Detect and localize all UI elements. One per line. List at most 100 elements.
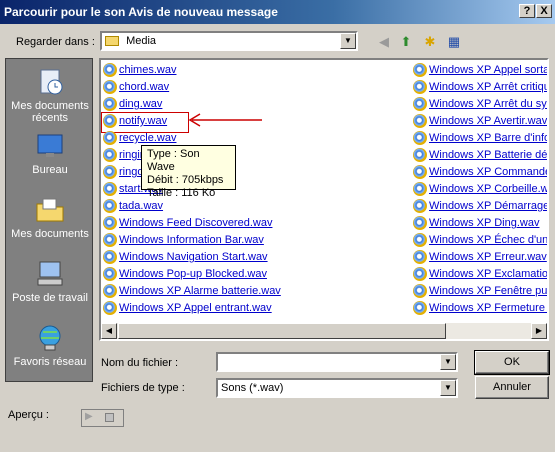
file-item[interactable]: Windows XP Fermeture de session.wav — [413, 301, 547, 318]
tooltip-rate: Débit : 705kbps — [147, 174, 224, 186]
tooltip-size: Taille : 116 Ko — [147, 187, 216, 199]
wave-file-icon — [103, 148, 117, 162]
wave-file-icon — [103, 199, 117, 213]
wave-file-icon — [103, 63, 117, 77]
scroll-right-icon[interactable]: ▶ — [531, 323, 547, 339]
file-item[interactable]: chord.wav — [103, 80, 169, 97]
wave-file-icon — [413, 80, 427, 94]
wave-file-icon — [103, 182, 117, 196]
file-item[interactable]: Windows Navigation Start.wav — [103, 250, 268, 267]
wave-file-icon — [413, 267, 427, 281]
file-item[interactable]: Windows XP Fenêtre publicitaire.wav — [413, 284, 547, 301]
file-item-notify[interactable]: notify.wav — [101, 112, 189, 133]
lookin-value: Media — [126, 35, 157, 47]
horizontal-scrollbar[interactable]: ◀ ▶ — [101, 323, 547, 339]
file-item[interactable]: Windows XP Arrêt du système.wav — [413, 97, 547, 114]
wave-file-icon — [103, 267, 117, 281]
preview-label: Aperçu : — [8, 409, 49, 421]
filetype-select[interactable]: Sons (*.wav) ▼ — [216, 378, 458, 398]
wave-file-icon — [413, 114, 427, 128]
annotation-arrow-icon — [188, 113, 262, 127]
up-folder-icon[interactable]: ⬆ — [396, 33, 416, 51]
place-my-computer[interactable]: Poste de travail — [6, 259, 94, 304]
my-computer-icon — [37, 261, 63, 286]
view-menu-icon[interactable]: ▦ — [444, 33, 464, 51]
wave-file-icon — [103, 97, 117, 111]
file-item[interactable]: Windows XP Commande de menu.wav — [413, 165, 547, 182]
wave-file-icon — [103, 80, 117, 94]
filename-input[interactable]: ▼ — [216, 352, 458, 372]
filename-dropdown-arrow[interactable]: ▼ — [440, 354, 456, 370]
tooltip-type: Type : Son Wave — [147, 148, 200, 173]
file-item[interactable]: chimes.wav — [103, 63, 176, 80]
file-item[interactable]: Windows Feed Discovered.wav — [103, 216, 272, 233]
filetype-dropdown-arrow[interactable]: ▼ — [440, 380, 456, 396]
wave-file-icon — [413, 216, 427, 230]
desktop-icon — [37, 134, 63, 157]
lookin-dropdown-arrow[interactable]: ▼ — [340, 33, 356, 49]
file-item[interactable]: Windows XP Batterie déchargée.wav — [413, 148, 547, 165]
wave-file-icon — [413, 165, 427, 179]
place-desktop-label: Bureau — [32, 164, 68, 176]
file-item[interactable]: Windows XP Arrêt critique.wav — [413, 80, 547, 97]
wave-file-icon — [413, 250, 427, 264]
file-item[interactable]: Windows XP Démarrage.wav — [413, 199, 547, 216]
wave-file-icon — [413, 131, 427, 145]
file-item[interactable]: Windows XP Corbeille.wav — [413, 182, 547, 199]
close-button[interactable]: X — [536, 4, 552, 18]
file-item[interactable]: Windows Information Bar.wav — [103, 233, 264, 250]
file-item[interactable]: Windows Pop-up Blocked.wav — [103, 267, 267, 284]
wave-file-icon — [103, 233, 117, 247]
wave-file-icon — [413, 233, 427, 247]
filetype-value: Sons (*.wav) — [221, 382, 284, 394]
scroll-left-icon[interactable]: ◀ — [101, 323, 117, 339]
place-network-label: Favoris réseau — [13, 356, 87, 368]
recent-documents-icon — [40, 69, 63, 95]
wave-file-icon — [413, 199, 427, 213]
file-item[interactable]: Windows XP Échec d'un rapport.wav — [413, 233, 547, 250]
file-item[interactable]: Windows XP Exclamation.wav — [413, 267, 547, 284]
wave-file-icon — [413, 284, 427, 298]
network-places-icon — [39, 325, 61, 351]
place-desktop[interactable]: Bureau — [6, 131, 94, 176]
place-my-documents-label: Mes documents — [11, 228, 89, 240]
file-item[interactable]: Windows XP Barre d'informations.wav — [413, 131, 547, 148]
back-icon[interactable]: ◀ — [374, 33, 394, 51]
places-bar: Mes documents récents Bureau Mes documen… — [5, 58, 93, 382]
file-item[interactable]: Windows XP Alarme batterie.wav — [103, 284, 281, 301]
place-my-documents[interactable]: Mes documents — [6, 195, 94, 240]
preview-controls: ▶ — [81, 409, 124, 427]
ok-button[interactable]: OK — [474, 350, 550, 375]
lookin-label: Regarder dans : — [16, 36, 95, 48]
file-item[interactable]: tada.wav — [103, 199, 163, 216]
new-folder-icon[interactable]: ✱ — [420, 33, 440, 51]
help-button[interactable]: ? — [519, 4, 535, 18]
place-my-computer-label: Poste de travail — [12, 292, 88, 304]
wave-file-icon — [413, 148, 427, 162]
wave-file-icon — [413, 182, 427, 196]
cancel-button[interactable]: Annuler — [475, 376, 549, 399]
wave-file-icon — [103, 114, 117, 128]
place-network[interactable]: Favoris réseau — [6, 323, 94, 368]
file-item[interactable]: Windows XP Appel sortant.wav — [413, 63, 547, 80]
filetype-label: Fichiers de type : — [101, 382, 185, 394]
wave-file-icon — [103, 216, 117, 230]
file-item[interactable]: Windows XP Appel entrant.wav — [103, 301, 272, 318]
lookin-combo[interactable]: Media ▼ — [100, 31, 358, 51]
wave-file-icon — [413, 301, 427, 315]
wave-file-icon — [413, 97, 427, 111]
play-icon[interactable]: ▶ — [85, 411, 93, 422]
scroll-thumb[interactable] — [118, 323, 446, 339]
file-item[interactable]: ding.wav — [103, 97, 162, 114]
file-tooltip: Type : Son Wave Débit : 705kbps Taille :… — [141, 145, 236, 199]
file-item[interactable]: Windows XP Ding.wav — [413, 216, 539, 233]
file-item[interactable]: Windows XP Avertir.wav — [413, 114, 547, 131]
file-item[interactable]: Windows XP Erreur.wav — [413, 250, 547, 267]
place-recent-label: Mes documents récents — [11, 100, 89, 124]
my-documents-icon — [36, 198, 64, 222]
wave-file-icon — [103, 165, 117, 179]
place-recent[interactable]: Mes documents récents — [6, 67, 94, 124]
wave-file-icon — [103, 250, 117, 264]
title-bar: Parcourir pour le son Avis de nouveau me… — [0, 0, 555, 24]
stop-icon[interactable] — [105, 413, 114, 422]
